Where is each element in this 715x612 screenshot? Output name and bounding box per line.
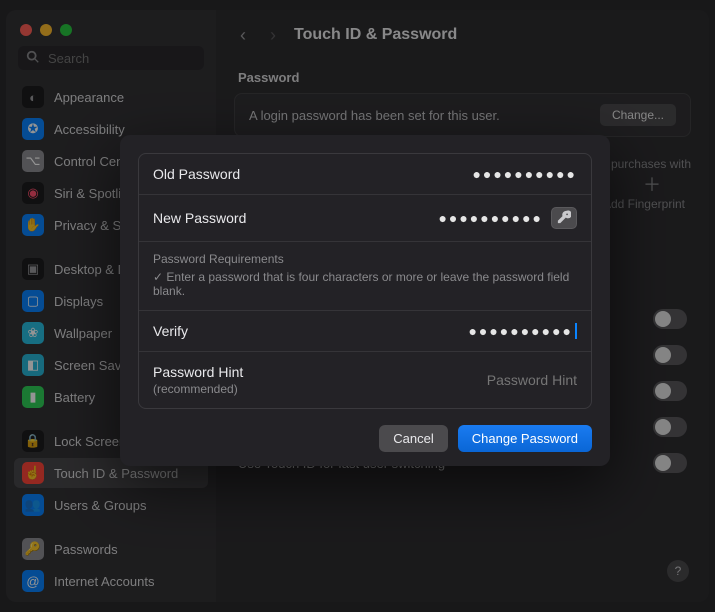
hint-label-sub: (recommended) bbox=[153, 382, 333, 396]
requirements-text: Enter a password that is four characters… bbox=[153, 270, 577, 298]
old-password-row: Old Password bbox=[139, 154, 591, 195]
new-password-label: New Password bbox=[153, 210, 333, 226]
password-hint-input[interactable] bbox=[397, 372, 577, 388]
dialog-actions: Cancel Change Password bbox=[120, 409, 610, 452]
change-password-submit[interactable]: Change Password bbox=[458, 425, 592, 452]
hint-label: Password Hint (recommended) bbox=[153, 364, 333, 396]
hint-label-text: Password Hint bbox=[153, 364, 243, 380]
verify-label: Verify bbox=[153, 323, 333, 339]
change-password-dialog: Old Password New Password Password Requi… bbox=[120, 135, 610, 466]
new-password-input[interactable] bbox=[363, 210, 543, 226]
cancel-button[interactable]: Cancel bbox=[379, 425, 447, 452]
key-icon bbox=[557, 210, 571, 227]
verify-password-row: Verify bbox=[139, 311, 591, 352]
requirements-title: Password Requirements bbox=[153, 252, 577, 266]
password-form: Old Password New Password Password Requi… bbox=[138, 153, 592, 409]
old-password-label: Old Password bbox=[153, 166, 333, 182]
verify-password-input[interactable] bbox=[397, 323, 577, 339]
password-requirements: Password Requirements Enter a password t… bbox=[139, 242, 591, 311]
new-password-row: New Password bbox=[139, 195, 591, 242]
password-hint-row: Password Hint (recommended) bbox=[139, 352, 591, 408]
password-suggestion-button[interactable] bbox=[551, 207, 577, 229]
old-password-input[interactable] bbox=[397, 166, 577, 182]
